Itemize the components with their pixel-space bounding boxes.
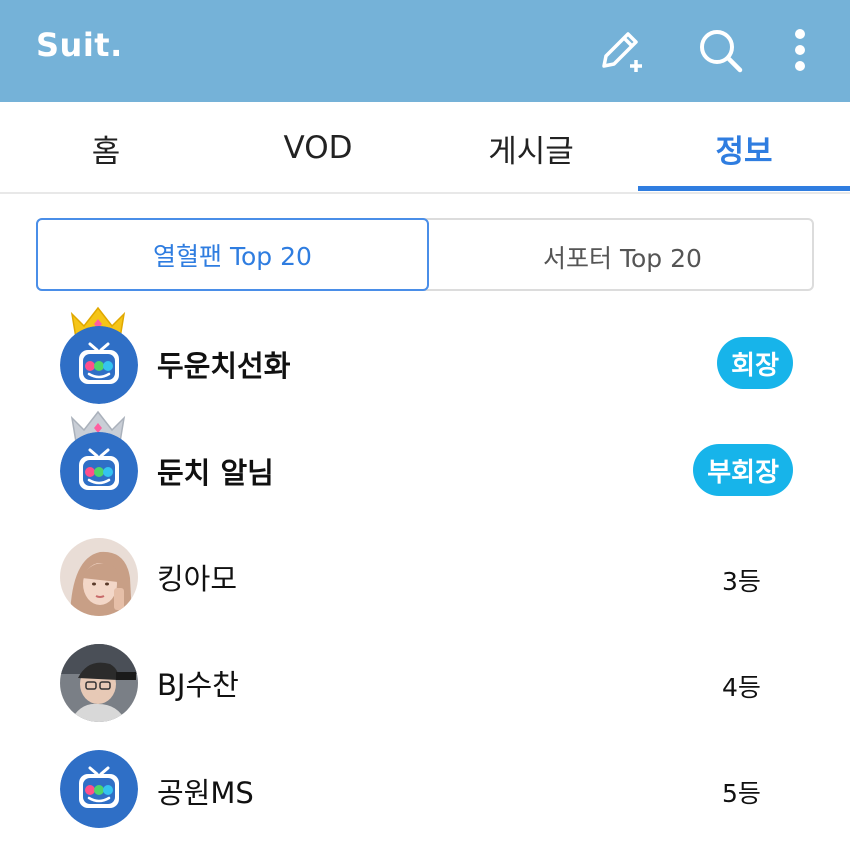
segment-fans-top20[interactable]: 열혈팬 Top 20 [36,218,429,291]
rank-label: 3등 [722,567,761,596]
search-icon[interactable] [694,24,746,76]
tab-posts[interactable]: 게시글 [425,102,637,194]
avatar [60,326,138,404]
list-item[interactable]: 둔치 알님 부회장 [0,410,850,522]
avatar [60,644,138,722]
app-title: Suit. [36,26,123,64]
tab-info[interactable]: 정보 [638,102,850,194]
tab-vod[interactable]: VOD [212,102,424,194]
ranking-segment-control: 열혈팬 Top 20 서포터 Top 20 [36,218,814,291]
list-item[interactable]: 두운치선화 회장 [0,306,850,416]
fan-name: 공원MS [157,776,254,810]
avatar [60,538,138,616]
avatar [60,750,138,828]
avatar [60,432,138,510]
fan-name: 킹아모 [157,562,238,596]
role-badge: 회장 [717,337,793,389]
rank-label: 4등 [722,673,761,702]
more-vertical-icon[interactable] [774,24,826,76]
list-item[interactable]: BJ수찬 4등 [0,628,850,734]
list-item[interactable]: 킹아모 3등 [0,522,850,628]
role-badge: 부회장 [693,444,793,496]
fan-name: 두운치선화 [157,349,291,383]
segment-supporters-top20[interactable]: 서포터 Top 20 [429,220,816,293]
rank-label: 5등 [722,779,761,808]
edit-plus-icon[interactable] [596,24,648,76]
tab-home[interactable]: 홈 [0,102,212,194]
tab-bar: 홈 VOD 게시글 정보 [0,102,850,194]
tab-active-indicator [638,186,850,191]
list-item[interactable]: 공원MS 5등 [0,734,850,840]
fan-name: BJ수찬 [157,668,239,702]
fan-name: 둔치 알님 [157,456,274,490]
app-bar: Suit. [0,0,850,102]
